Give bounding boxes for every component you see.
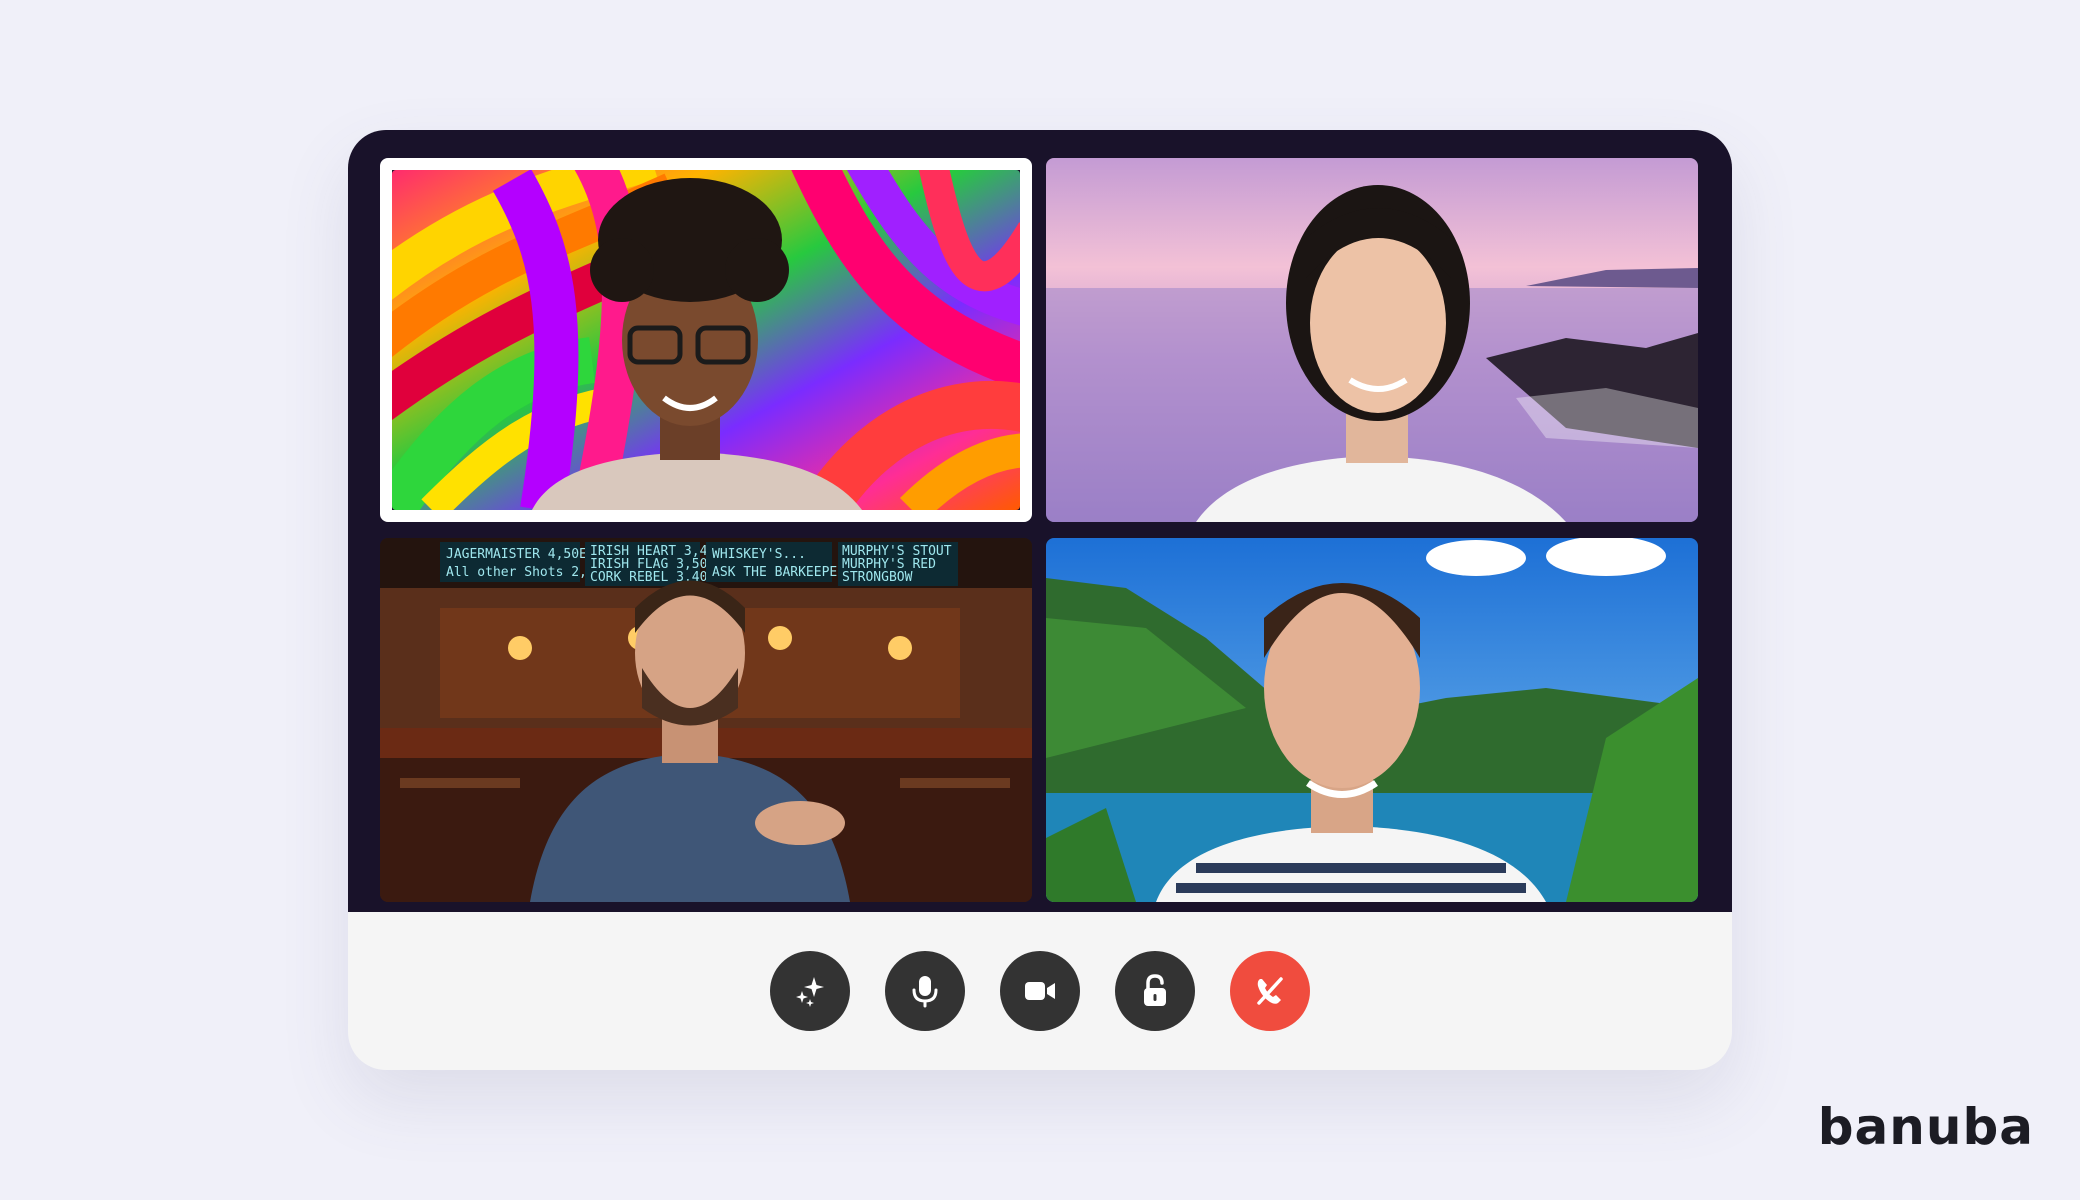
- participant-tile-1-active[interactable]: [380, 158, 1032, 522]
- svg-text:ASK THE BARKEEPER: ASK THE BARKEEPER: [712, 565, 845, 580]
- end-call-button[interactable]: [1230, 951, 1310, 1031]
- video-grid: JAGERMAISTER 4,50E All other Shots 2,50E…: [348, 130, 1732, 912]
- sparkles-icon: [796, 977, 824, 1007]
- participant-video-3: JAGERMAISTER 4,50E All other Shots 2,50E…: [380, 538, 1032, 902]
- participant-tile-2[interactable]: [1046, 158, 1698, 522]
- video-call-window: JAGERMAISTER 4,50E All other Shots 2,50E…: [348, 130, 1732, 1070]
- svg-text:STRONGBOW: STRONGBOW: [842, 570, 913, 585]
- participant-video-2: [1046, 158, 1698, 522]
- participant-video-4: [1046, 538, 1698, 902]
- participant-tile-4[interactable]: [1046, 538, 1698, 902]
- banuba-logo: banuba: [1817, 1098, 2034, 1156]
- participant-video-1: [392, 170, 1020, 510]
- microphone-icon: [912, 976, 938, 1008]
- pub-sign-2: IRISH HEART 3,40E IRISH FLAG 3,50E CORK …: [585, 542, 723, 586]
- phone-hangup-icon: [1257, 977, 1283, 1005]
- svg-text:WHISKEY'S...: WHISKEY'S...: [712, 547, 806, 562]
- svg-text:JAGERMAISTER 4,50E: JAGERMAISTER 4,50E: [446, 547, 587, 562]
- effects-button[interactable]: [770, 951, 850, 1031]
- call-controls-toolbar: [348, 912, 1732, 1070]
- camera-button[interactable]: [1000, 951, 1080, 1031]
- unlock-icon: [1144, 974, 1166, 1006]
- lock-button[interactable]: [1115, 951, 1195, 1031]
- participant-tile-3[interactable]: JAGERMAISTER 4,50E All other Shots 2,50E…: [380, 538, 1032, 902]
- pub-sign-3: WHISKEY'S... ASK THE BARKEEPER: [706, 542, 845, 582]
- pub-sign-4: MURPHY'S STOUT MURPHY'S RED STRONGBOW: [838, 542, 958, 586]
- microphone-button[interactable]: [885, 951, 965, 1031]
- video-camera-icon: [1025, 982, 1055, 1000]
